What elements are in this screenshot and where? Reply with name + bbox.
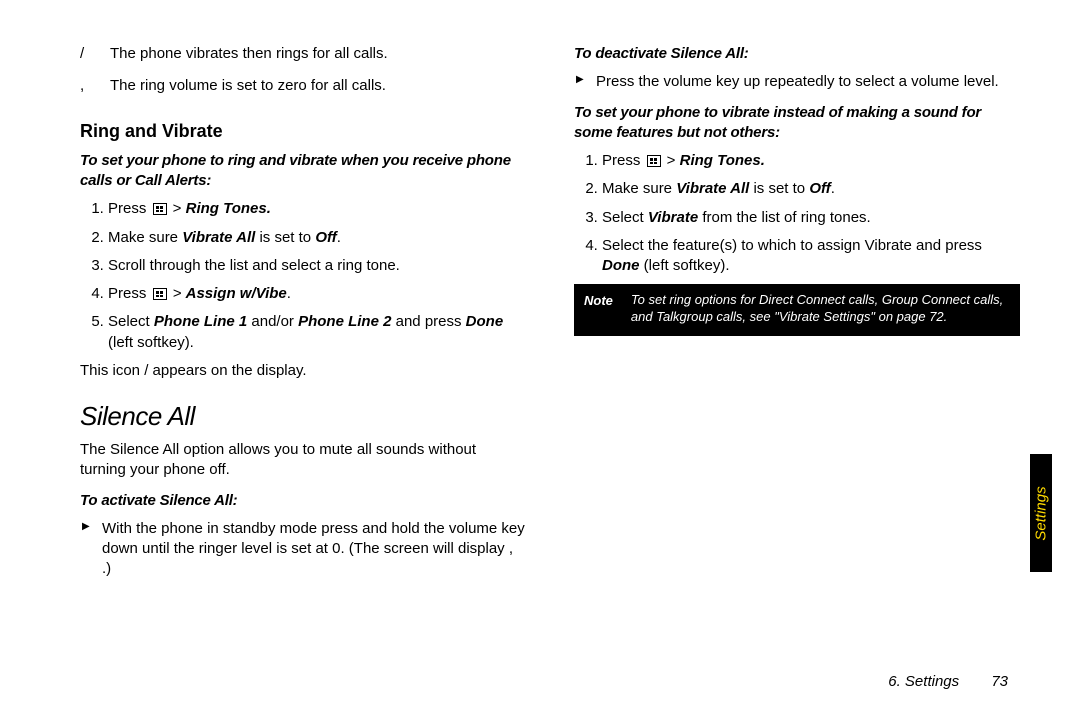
step-text: Make sure: [602, 180, 676, 197]
menu-icon: [153, 203, 167, 215]
step: Press > Assign w/Vibe.: [108, 284, 526, 304]
step-text: Select the feature(s) to which to assign…: [602, 237, 982, 254]
step-text: Press: [108, 200, 151, 217]
step-text: >: [663, 152, 680, 169]
step-emph: Ring Tones.: [680, 152, 765, 169]
step: Make sure Vibrate All is set to Off.: [602, 179, 1020, 199]
symbol: /: [80, 44, 94, 64]
step-emph: Vibrate All: [182, 229, 255, 246]
bullet-list: Press the volume key up repeatedly to se…: [574, 72, 1020, 92]
manual-page: / The phone vibrates then rings for all …: [0, 0, 1080, 640]
side-tab-label: Settings: [1033, 486, 1050, 540]
step-text: Press: [108, 285, 151, 302]
bullet-list: With the phone in standby mode press and…: [80, 519, 526, 580]
step-emph: Phone Line 1: [154, 313, 247, 330]
step-emph: Off: [809, 180, 830, 197]
step-text: (left softkey).: [108, 334, 194, 351]
lead-deactivate-silence: To deactivate Silence All:: [574, 44, 1020, 64]
after-steps-note: This icon / appears on the display.: [80, 361, 526, 381]
step-emph: Phone Line 2: [298, 313, 391, 330]
step: Scroll through the list and select a rin…: [108, 256, 526, 276]
lead-activate-silence: To activate Silence All:: [80, 491, 526, 511]
step-text: (left softkey).: [640, 257, 730, 274]
step-text: .: [337, 229, 341, 246]
step-emph: Assign w/Vibe: [186, 285, 287, 302]
steps-vibrate-some: Press > Ring Tones. Make sure Vibrate Al…: [574, 151, 1020, 276]
step-text: and press: [391, 313, 465, 330]
step-emph: Off: [315, 229, 336, 246]
menu-icon: [647, 155, 661, 167]
step-emph: Ring Tones.: [186, 200, 271, 217]
step: Press > Ring Tones.: [602, 151, 1020, 171]
lead-vibrate-some: To set your phone to vibrate instead of …: [574, 103, 1020, 144]
step: Make sure Vibrate All is set to Off.: [108, 228, 526, 248]
step-text: >: [169, 285, 186, 302]
step-text: and/or: [247, 313, 298, 330]
note-body: To set ring options for Direct Connect c…: [631, 292, 1010, 326]
step-emph: Done: [602, 257, 640, 274]
bullet-item: Press the volume key up repeatedly to se…: [596, 72, 1020, 92]
step: Select the feature(s) to which to assign…: [602, 236, 1020, 277]
step-emph: Vibrate: [648, 209, 698, 226]
symbol-row-1: / The phone vibrates then rings for all …: [80, 44, 526, 64]
step-text: from the list of ring tones.: [698, 209, 871, 226]
step-emph: Vibrate All: [676, 180, 749, 197]
bullet-item: With the phone in standby mode press and…: [102, 519, 526, 580]
side-tab-settings: Settings: [1030, 454, 1052, 572]
step: Select Vibrate from the list of ring ton…: [602, 208, 1020, 228]
steps-ring-vibrate: Press > Ring Tones. Make sure Vibrate Al…: [80, 199, 526, 353]
symbol-desc: The phone vibrates then rings for all ca…: [110, 44, 526, 64]
footer-page-number: 73: [991, 673, 1008, 690]
symbol: ,: [80, 76, 94, 96]
step-text: .: [287, 285, 291, 302]
step-text: Press: [602, 152, 645, 169]
symbol-row-2: , The ring volume is set to zero for all…: [80, 76, 526, 96]
section-title-silence-all: Silence All: [80, 399, 526, 434]
section-body-silence-all: The Silence All option allows you to mut…: [80, 440, 526, 481]
symbol-desc: The ring volume is set to zero for all c…: [110, 76, 526, 96]
step-text: is set to: [749, 180, 809, 197]
footer-chapter: 6. Settings: [888, 673, 959, 690]
page-footer: 6. Settings 73: [888, 673, 1008, 690]
step-text: Make sure: [108, 229, 182, 246]
step: Press > Ring Tones.: [108, 199, 526, 219]
step-text: Select: [602, 209, 648, 226]
step-text: >: [169, 200, 186, 217]
step-text: .: [831, 180, 835, 197]
step-text: is set to: [255, 229, 315, 246]
step-text: Select: [108, 313, 154, 330]
step-emph: Done: [466, 313, 504, 330]
sub-heading-ring-vibrate: Ring and Vibrate: [80, 119, 526, 143]
note-label: Note: [584, 292, 613, 326]
lead-ring-vibrate: To set your phone to ring and vibrate wh…: [80, 151, 526, 192]
note-box: Note To set ring options for Direct Conn…: [574, 284, 1020, 336]
menu-icon: [153, 288, 167, 300]
step: Select Phone Line 1 and/or Phone Line 2 …: [108, 312, 526, 353]
